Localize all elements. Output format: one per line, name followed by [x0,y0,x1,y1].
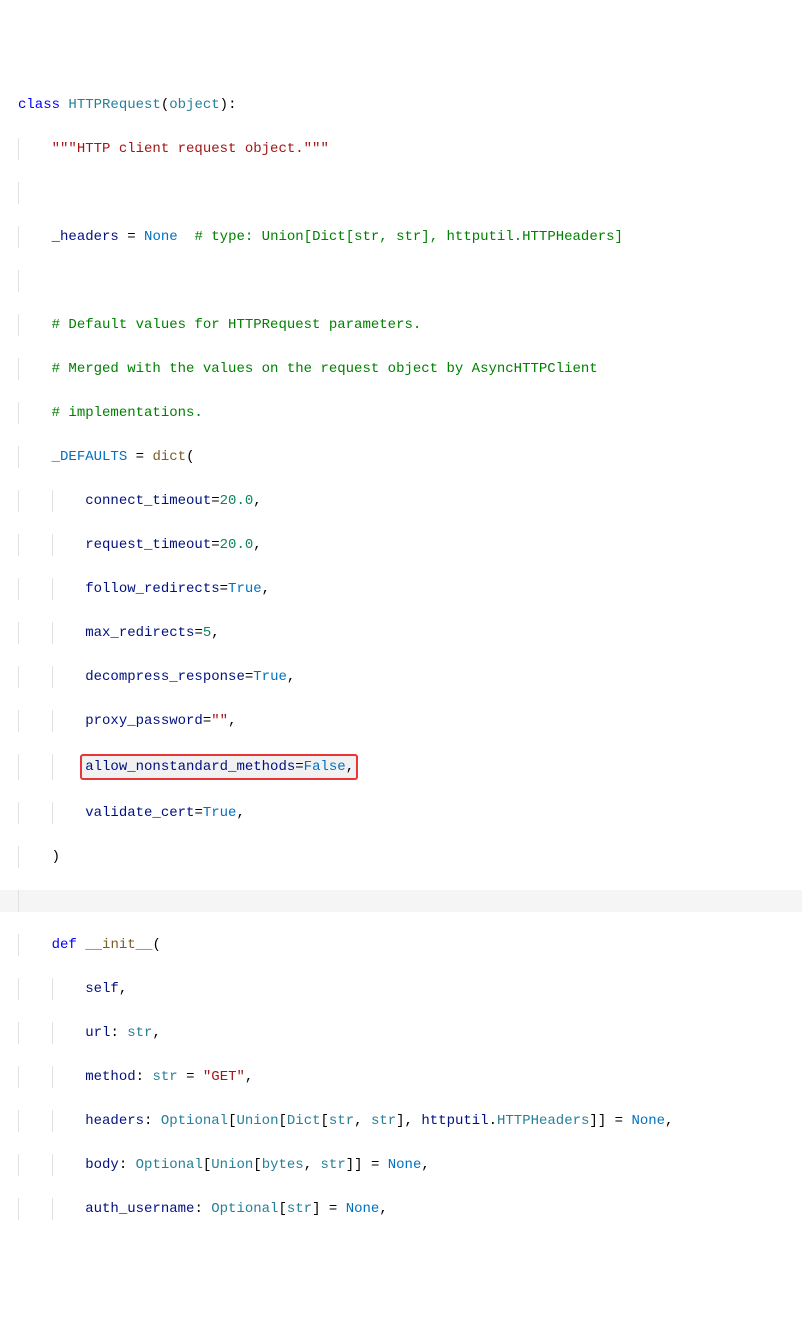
code-line[interactable]: """HTTP client request object.""" [18,138,802,160]
param-name: allow_nonstandard_methods [85,759,295,775]
equals: = [127,449,152,465]
code-line[interactable]: validate_cert=True, [18,802,802,824]
param-name: follow_redirects [85,581,219,597]
code-line[interactable]: def __init__( [18,934,802,956]
code-line[interactable]: self, [18,978,802,1000]
code-line[interactable]: ) [18,846,802,868]
type-str: str [127,1025,152,1041]
keyword-def: def [52,937,77,953]
num-literal: 20.0 [220,493,254,509]
keyword-class: class [18,97,60,113]
code-line-blank[interactable] [0,890,802,912]
code-line[interactable]: proxy_password="", [18,710,802,732]
code-line[interactable]: follow_redirects=True, [18,578,802,600]
method-name: __init__ [85,937,152,953]
none-literal: None [346,1201,380,1217]
var-headers: _headers [52,229,119,245]
code-line[interactable]: class HTTPRequest(object): [18,94,802,116]
type-comment: # type: Union[Dict[str, str], httputil.H… [194,229,622,245]
param-self: self [85,981,119,997]
param-name: proxy_password [85,713,203,729]
code-line[interactable]: headers: Optional[Union[Dict[str, str], … [18,1110,802,1132]
code-line[interactable]: _headers = None # type: Union[Dict[str, … [18,226,802,248]
code-line[interactable]: method: str = "GET", [18,1066,802,1088]
dict-call: dict [152,449,186,465]
type-union: Union [236,1113,278,1129]
param-name: decompress_response [85,669,245,685]
code-line[interactable]: decompress_response=True, [18,666,802,688]
type-str: str [329,1113,354,1129]
code-line[interactable]: connect_timeout=20.0, [18,490,802,512]
class-name: HTTPRequest [68,97,160,113]
module-httputil: httputil [421,1113,488,1129]
type-dict: Dict [287,1113,321,1129]
type-str: str [287,1201,312,1217]
none-literal: None [631,1113,665,1129]
code-line-highlighted[interactable]: allow_nonstandard_methods=False, [18,754,802,780]
type-str: str [321,1157,346,1173]
none-literal: None [144,229,178,245]
open-paren: ( [186,449,194,465]
code-line[interactable]: url: str, [18,1022,802,1044]
type-str: str [371,1113,396,1129]
param-url: url [85,1025,110,1041]
highlight-box: allow_nonstandard_methods=False, [80,754,358,780]
num-literal: 5 [203,625,211,641]
param-name: request_timeout [85,537,211,553]
param-name: max_redirects [85,625,194,641]
code-line-blank[interactable] [18,270,802,292]
code-line[interactable]: # Default values for HTTPRequest paramet… [18,314,802,336]
code-line[interactable]: auth_username: Optional[str] = None, [18,1198,802,1220]
code-line[interactable]: # Merged with the values on the request … [18,358,802,380]
comment: # Merged with the values on the request … [52,361,598,377]
bool-literal: False [304,759,346,775]
docstring: """HTTP client request object.""" [52,141,329,157]
open-paren: ( [152,937,160,953]
param-method: method [85,1069,135,1085]
code-line[interactable]: # implementations. [18,402,802,424]
bool-literal: True [203,805,237,821]
param-name: connect_timeout [85,493,211,509]
comment: # Default values for HTTPRequest paramet… [52,317,422,333]
code-line[interactable]: _DEFAULTS = dict( [18,446,802,468]
type-optional: Optional [211,1201,278,1217]
code-line-blank[interactable] [18,182,802,204]
equals: = [119,229,144,245]
param-body: body [85,1157,119,1173]
param-auth-username: auth_username [85,1201,194,1217]
close-paren: ) [52,849,60,865]
type-optional: Optional [161,1113,228,1129]
param-headers: headers [85,1113,144,1129]
var-defaults: _DEFAULTS [52,449,128,465]
type-optional: Optional [136,1157,203,1173]
none-literal: None [388,1157,422,1173]
type-union: Union [211,1157,253,1173]
type-bytes: bytes [262,1157,304,1173]
str-literal: "GET" [203,1069,245,1085]
code-line[interactable]: body: Optional[Union[bytes, str]] = None… [18,1154,802,1176]
bool-literal: True [253,669,287,685]
code-line[interactable]: request_timeout=20.0, [18,534,802,556]
type-str: str [152,1069,177,1085]
type-httpheaders: HTTPHeaders [497,1113,589,1129]
num-literal: 20.0 [220,537,254,553]
comment: # implementations. [52,405,203,421]
param-name: validate_cert [85,805,194,821]
code-line[interactable]: max_redirects=5, [18,622,802,644]
bool-literal: True [228,581,262,597]
base-class: object [169,97,219,113]
str-literal: "" [211,713,228,729]
